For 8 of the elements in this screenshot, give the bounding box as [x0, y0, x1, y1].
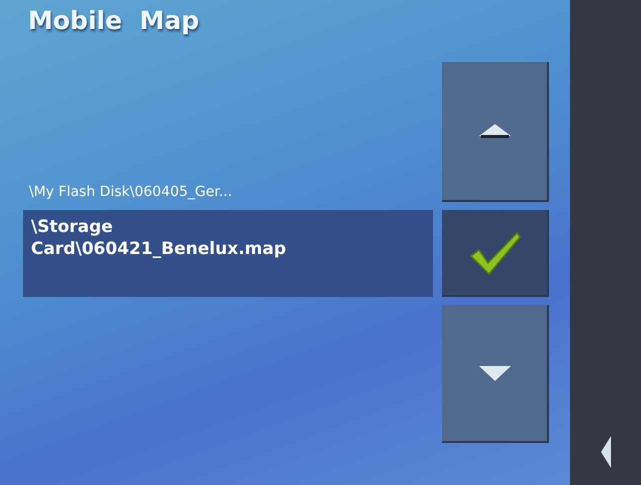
file-item[interactable]: \Storage Card\060421_Benelux.map [23, 210, 433, 297]
up-arrow-icon [478, 123, 512, 139]
app-title: Mobile Map [27, 6, 200, 37]
checkmark-icon [468, 230, 522, 276]
down-arrow-icon [478, 364, 512, 382]
left-arrow-icon [600, 435, 612, 469]
back-button[interactable] [600, 435, 612, 469]
confirm-button[interactable] [442, 210, 549, 297]
